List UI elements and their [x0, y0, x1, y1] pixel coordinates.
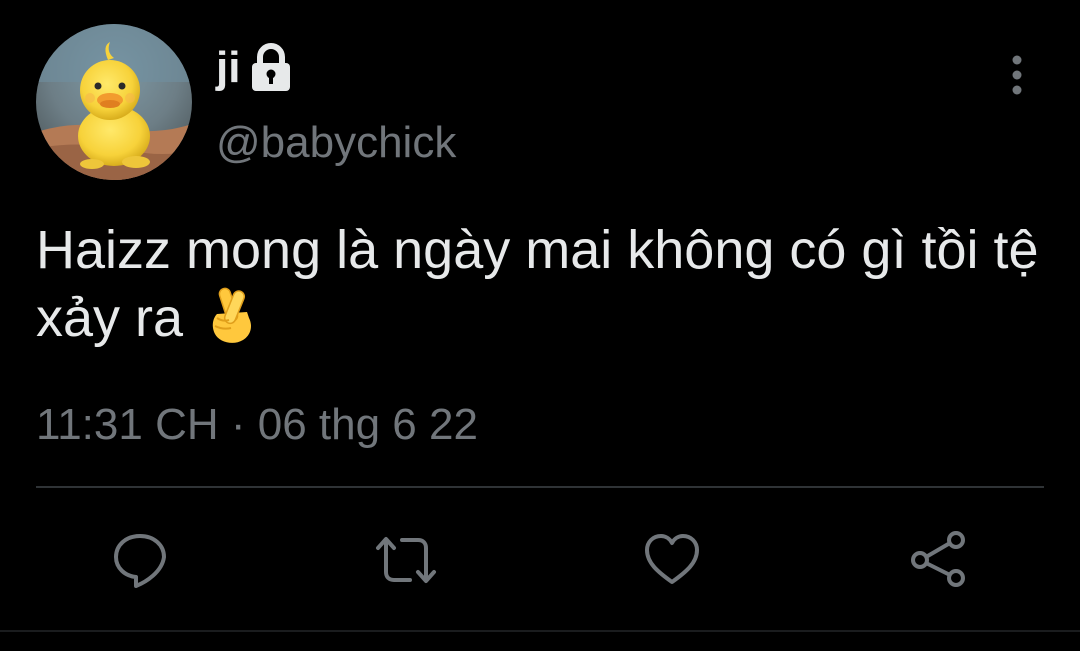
duckling-avatar-icon [36, 24, 192, 180]
bottom-divider [0, 630, 1080, 632]
more-options-icon[interactable] [1000, 52, 1034, 98]
user-handle[interactable]: @babychick [216, 118, 456, 168]
tweet-text: Haizz mong là ngày mai không có gì tồi t… [36, 216, 1046, 352]
retweet-icon [376, 537, 436, 583]
tweet-card: ji @babychick Haizz mong là ngày mai khô… [0, 0, 1080, 651]
display-name-row: ji [216, 38, 294, 98]
share-icon [911, 531, 965, 587]
timestamp-separator: · [230, 400, 246, 449]
avatar[interactable] [36, 24, 192, 180]
timestamp[interactable]: 11:31 CH · 06 thg 6 22 [36, 400, 478, 450]
heart-icon [645, 534, 699, 584]
crossed-fingers-icon [203, 284, 259, 346]
lock-icon [248, 43, 294, 93]
display-name[interactable]: ji [216, 43, 240, 93]
tweet-date: 06 thg 6 22 [257, 400, 478, 449]
retweet-button[interactable] [374, 530, 436, 590]
reply-icon [114, 534, 166, 588]
reply-button[interactable] [110, 530, 170, 590]
divider [36, 486, 1044, 488]
tweet-time: 11:31 CH [36, 400, 219, 449]
share-button[interactable] [908, 530, 968, 590]
tweet-body: Haizz mong là ngày mai không có gì tồi t… [36, 220, 1039, 348]
like-button[interactable] [642, 530, 702, 590]
